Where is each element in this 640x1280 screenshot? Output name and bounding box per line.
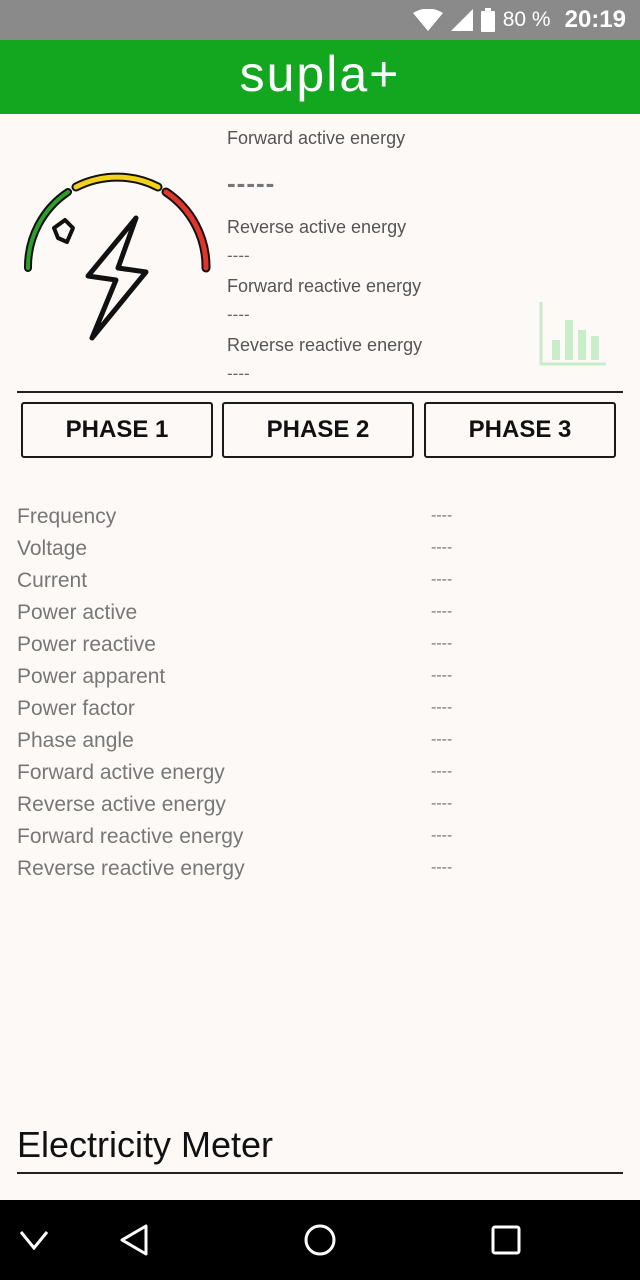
- electricity-meter-icon: [23, 172, 211, 341]
- battery-icon: [480, 8, 495, 32]
- summary-divider: [17, 391, 623, 393]
- forward-reactive-energy-label: Forward reactive energy: [227, 276, 422, 296]
- forward-active-energy-label: Forward active energy: [227, 128, 406, 148]
- param-label: Forward active energy: [17, 761, 225, 784]
- home-button[interactable]: [280, 1200, 360, 1280]
- param-value: ----: [431, 635, 453, 652]
- param-row-power-reactive: Power reactive ----: [17, 631, 617, 663]
- param-row-phase-angle: Phase angle ----: [17, 727, 617, 759]
- clock: 20:19: [564, 6, 626, 33]
- reverse-active-energy-value: ----: [227, 246, 250, 265]
- param-row-current: Current ----: [17, 567, 617, 599]
- param-value: ----: [431, 699, 453, 716]
- forward-active-energy-value: -----: [227, 168, 276, 198]
- back-triangle-icon: [120, 1224, 148, 1256]
- channel-title: Electricity Meter: [17, 1124, 274, 1165]
- phase-parameters-list: Frequency ---- Voltage ---- Current ----…: [17, 503, 617, 887]
- param-value: ----: [431, 507, 453, 524]
- param-row-forward-reactive-energy: Forward reactive energy ----: [17, 823, 617, 855]
- tab-phase-3[interactable]: PHASE 3: [424, 402, 616, 458]
- tab-phase-1[interactable]: PHASE 1: [21, 402, 213, 458]
- param-label: Power reactive: [17, 633, 156, 656]
- param-label: Power active: [17, 601, 138, 624]
- param-row-forward-active-energy: Forward active energy ----: [17, 759, 617, 791]
- param-value: ----: [431, 827, 453, 844]
- collapse-chevron-button[interactable]: [0, 1200, 74, 1280]
- param-row-power-factor: Power factor ----: [17, 695, 617, 727]
- param-row-frequency: Frequency ----: [17, 503, 617, 535]
- param-label: Reverse active energy: [17, 793, 226, 816]
- forward-reactive-energy-value: ----: [227, 305, 250, 324]
- param-row-power-active: Power active ----: [17, 599, 617, 631]
- wifi-icon: [412, 9, 443, 31]
- recents-button[interactable]: [466, 1200, 546, 1280]
- param-label: Power apparent: [17, 665, 166, 688]
- param-value: ----: [431, 571, 453, 588]
- chevron-down-icon: [19, 1231, 49, 1250]
- param-label: Reverse reactive energy: [17, 857, 245, 880]
- param-row-voltage: Voltage ----: [17, 535, 617, 567]
- param-row-power-apparent: Power apparent ----: [17, 663, 617, 695]
- battery-percent: 80 %: [502, 8, 551, 31]
- param-label: Phase angle: [17, 729, 134, 752]
- param-value: ----: [431, 859, 453, 876]
- param-value: ----: [431, 763, 453, 780]
- reverse-active-energy-label: Reverse active energy: [227, 217, 407, 237]
- param-value: ----: [431, 539, 453, 556]
- back-button[interactable]: [94, 1200, 174, 1280]
- param-label: Power factor: [17, 697, 135, 720]
- param-value: ----: [431, 603, 453, 620]
- system-nav-bar: [0, 1200, 640, 1280]
- status-icons: 80 % 20:19: [412, 0, 626, 40]
- recents-square-icon: [491, 1225, 521, 1255]
- home-circle-icon: [304, 1224, 336, 1256]
- footer-divider: [17, 1172, 623, 1174]
- tab-phase-2[interactable]: PHASE 2: [222, 402, 414, 458]
- param-row-reverse-reactive-energy: Reverse reactive energy ----: [17, 855, 617, 887]
- status-bar: 80 % 20:19: [0, 0, 640, 40]
- app-bar: supla+: [0, 40, 640, 114]
- param-label: Forward reactive energy: [17, 825, 244, 848]
- reverse-reactive-energy-label: Reverse reactive energy: [227, 335, 423, 355]
- param-value: ----: [431, 731, 453, 748]
- supla-logo: supla+: [239, 46, 401, 102]
- param-label: Frequency: [17, 505, 117, 528]
- param-value: ----: [431, 795, 453, 812]
- param-value: ----: [431, 667, 453, 684]
- param-row-reverse-active-energy: Reverse active energy ----: [17, 791, 617, 823]
- param-label: Current: [17, 569, 88, 592]
- chart-history-icon[interactable]: [538, 302, 608, 368]
- cell-signal-icon: [450, 9, 473, 31]
- reverse-reactive-energy-value: ----: [227, 364, 250, 383]
- param-label: Voltage: [17, 537, 88, 560]
